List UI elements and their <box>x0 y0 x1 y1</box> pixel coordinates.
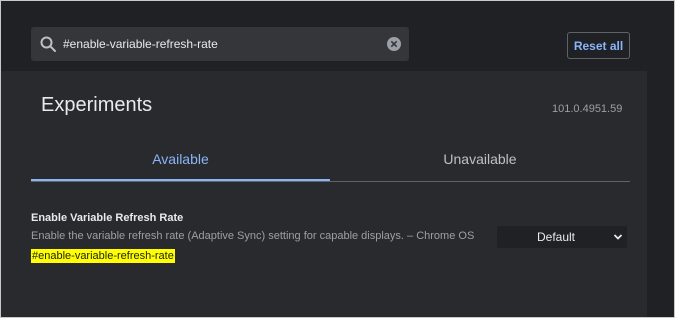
search-box[interactable]: #enable-variable-refresh-rate <box>31 27 409 61</box>
search-icon <box>40 36 56 52</box>
experiments-panel: Experiments 101.0.4951.59 Available Unav… <box>1 71 647 317</box>
close-icon[interactable] <box>387 37 401 51</box>
flags-page: #enable-variable-refresh-rate Reset all … <box>0 0 675 318</box>
chevron-down-icon <box>613 234 623 240</box>
tab-unavailable[interactable]: Unavailable <box>330 141 630 181</box>
experiment-link[interactable]: #enable-variable-refresh-rate <box>31 249 175 263</box>
version-label: 101.0.4951.59 <box>552 103 623 115</box>
scrollbar-track[interactable] <box>647 71 674 317</box>
select-value: Default <box>536 230 576 244</box>
reset-all-button[interactable]: Reset all <box>567 32 630 59</box>
experiment-description: Enable the variable refresh rate (Adapti… <box>31 230 475 242</box>
tab-bar: Available Unavailable <box>31 141 630 182</box>
tab-available[interactable]: Available <box>31 141 330 181</box>
page-title: Experiments <box>41 94 153 116</box>
experiment-state-select[interactable]: Default <box>497 226 627 248</box>
top-bar: #enable-variable-refresh-rate Reset all <box>1 1 674 71</box>
search-input[interactable]: #enable-variable-refresh-rate <box>63 27 218 61</box>
experiment-name: Enable Variable Refresh Rate <box>31 212 184 224</box>
